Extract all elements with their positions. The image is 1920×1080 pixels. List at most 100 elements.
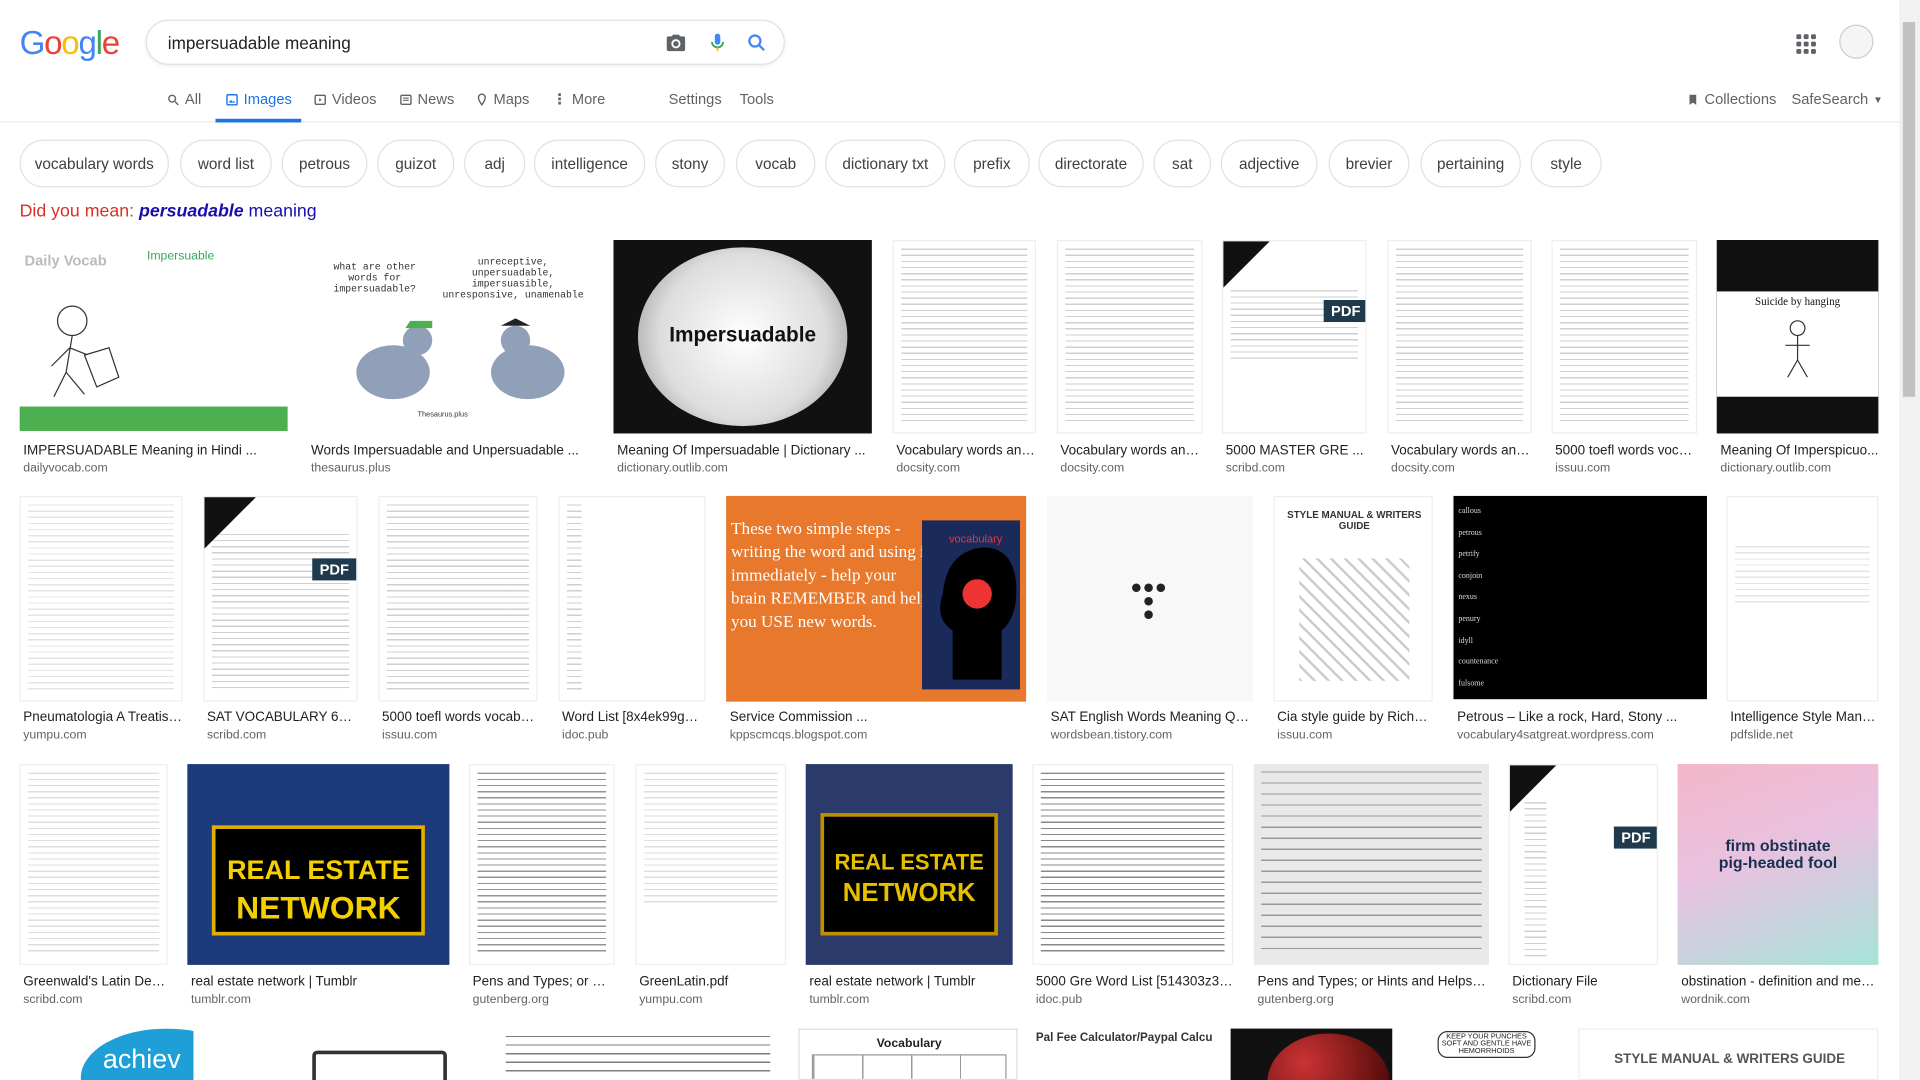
result-source[interactable]: wordsbean.tistory.com	[1051, 729, 1253, 742]
result-source[interactable]: dictionary.outlib.com	[617, 462, 870, 475]
result-caption[interactable]: Vocabulary words and...	[1060, 443, 1202, 458]
result-source[interactable]: kppscmcqs.blogspot.com	[730, 729, 1026, 742]
result-thumbnail[interactable]	[498, 1028, 778, 1080]
chip[interactable]: vocab	[735, 139, 816, 188]
result-caption[interactable]: Greenwald's Latin Deri...	[23, 975, 167, 990]
did-you-mean-link[interactable]: persuadable meaning	[139, 202, 317, 222]
result-caption[interactable]: Meaning Of Imperspicuo...	[1720, 443, 1878, 458]
result-caption[interactable]: 5000 Gre Word List [514303z39j4j]	[1036, 975, 1233, 990]
result-source[interactable]: wordnik.com	[1681, 993, 1878, 1006]
result-caption[interactable]: Pens and Types; or Hi...	[473, 975, 615, 990]
avatar[interactable]	[1839, 24, 1874, 59]
result-source[interactable]: dailyvocab.com	[23, 462, 286, 475]
result-source[interactable]: issuu.com	[1277, 729, 1433, 742]
result-caption[interactable]: Word List [8x4ek99g9g...	[562, 710, 705, 725]
result-thumbnail[interactable]	[558, 495, 706, 702]
result-thumbnail[interactable]: Daily Vocab Impersuable	[19, 240, 288, 432]
result-thumbnail[interactable]: PDF	[1508, 764, 1658, 965]
result-thumbnail[interactable]: callous petrous petrify conjoin nexus pe…	[1453, 495, 1707, 700]
chip[interactable]: petrous	[281, 139, 368, 188]
result-thumbnail[interactable]	[1726, 495, 1879, 702]
result-source[interactable]: scribd.com	[23, 993, 167, 1006]
result-caption[interactable]: 5000 toefl words voca...	[1555, 443, 1697, 458]
result-caption[interactable]: 5000 MASTER GRE ...	[1226, 443, 1367, 458]
result-thumbnail[interactable]	[19, 495, 183, 702]
tab-images[interactable]: Images	[225, 91, 292, 108]
result-thumbnail[interactable]	[1253, 764, 1489, 965]
chip[interactable]: vocabulary words	[19, 139, 169, 188]
result-source[interactable]: gutenberg.org	[473, 993, 615, 1006]
result-source[interactable]: tumblr.com	[191, 993, 449, 1006]
safesearch-button[interactable]: SafeSearch ▼	[1791, 91, 1882, 108]
result-caption[interactable]: SAT VOCABULARY 600...	[207, 710, 358, 725]
page-scrollbar[interactable]	[1899, 0, 1920, 1080]
result-caption[interactable]: Service Commission ...	[730, 710, 1026, 725]
result-thumbnail[interactable]: what are other words for impersuadable? …	[307, 240, 594, 432]
result-source[interactable]: issuu.com	[382, 729, 538, 742]
collections-button[interactable]: Collections	[1686, 91, 1776, 108]
result-caption[interactable]: IMPERSUADABLE Meaning in Hindi ...	[23, 443, 286, 458]
tab-maps[interactable]: Maps	[475, 91, 529, 108]
result-caption[interactable]: Words Impersuadable and Unpersuadable ..…	[311, 443, 593, 458]
chip[interactable]: adjective	[1220, 139, 1318, 188]
result-source[interactable]: yumpu.com	[23, 729, 182, 742]
tab-videos[interactable]: Videos	[313, 91, 377, 108]
search-icon[interactable]	[746, 32, 768, 54]
chip[interactable]: style	[1530, 139, 1602, 188]
result-source[interactable]: gutenberg.org	[1258, 993, 1489, 1006]
tab-all[interactable]: All	[167, 91, 201, 108]
result-thumbnail[interactable]	[1387, 240, 1532, 434]
result-caption[interactable]: obstination - definition and mean...	[1681, 975, 1878, 990]
result-thumbnail[interactable]	[19, 764, 168, 965]
chip[interactable]: prefix	[953, 139, 1030, 188]
result-caption[interactable]: Pneumatologia A Treatise...	[23, 710, 182, 725]
chip[interactable]: directorate	[1038, 139, 1144, 188]
scrollbar-thumb[interactable]	[1902, 22, 1916, 397]
result-source[interactable]: scribd.com	[1512, 993, 1658, 1006]
tab-tools[interactable]: Tools	[740, 91, 774, 108]
result-caption[interactable]: real estate network | Tumblr	[809, 975, 1012, 990]
result-source[interactable]: pdfslide.net	[1730, 729, 1878, 742]
result-thumbnail[interactable]	[378, 495, 538, 702]
result-source[interactable]: tumblr.com	[809, 993, 1012, 1006]
tab-settings[interactable]: Settings	[669, 91, 722, 108]
google-logo[interactable]: Google	[20, 24, 121, 62]
chip[interactable]: guizot	[377, 139, 455, 188]
result-thumbnail[interactable]: firm obstinate pig-headed fool	[1677, 764, 1879, 965]
result-thumbnail[interactable]: These two simple steps - writing the wor…	[726, 495, 1027, 702]
result-source[interactable]: vocabulary4satgreat.wordpress.com	[1457, 729, 1707, 742]
result-thumbnail[interactable]: REAL ESTATE NETWORK	[805, 764, 1013, 965]
result-source[interactable]: yumpu.com	[639, 993, 786, 1006]
result-caption[interactable]: Vocabulary words and...	[896, 443, 1036, 458]
result-source[interactable]: issuu.com	[1555, 462, 1697, 475]
result-thumbnail[interactable]: KEEP YOUR PUNCHES SOFT AND GENTLE HAVE H…	[1413, 1028, 1558, 1080]
result-caption[interactable]: real estate network | Tumblr	[191, 975, 449, 990]
apps-grid-icon[interactable]	[1796, 34, 1816, 54]
result-thumbnail[interactable]	[1046, 495, 1253, 702]
result-caption[interactable]: Vocabulary words and...	[1391, 443, 1532, 458]
microphone-icon[interactable]	[707, 32, 729, 54]
result-thumbnail[interactable]: Suicide by hanging	[1716, 240, 1879, 434]
result-caption[interactable]: Dictionary File	[1512, 975, 1658, 990]
result-thumbnail[interactable]	[468, 764, 615, 965]
result-thumbnail[interactable]	[1230, 1028, 1393, 1080]
result-source[interactable]: idoc.pub	[562, 729, 705, 742]
result-caption[interactable]: Cia style guide by Richar...	[1277, 710, 1433, 725]
search-input[interactable]: impersuadable meaning	[168, 33, 351, 53]
chip[interactable]: stony	[655, 139, 725, 188]
result-thumbnail[interactable]: PDF	[203, 495, 358, 702]
result-source[interactable]: thesaurus.plus	[311, 462, 593, 475]
result-source[interactable]: dictionary.outlib.com	[1720, 462, 1878, 475]
chip[interactable]: brevier	[1328, 139, 1410, 188]
tab-more[interactable]: ⋮ More	[552, 91, 605, 108]
result-thumbnail[interactable]: Pal Fee Calculator/Paypal Calculat	[1033, 1028, 1213, 1080]
result-source[interactable]: docsity.com	[1391, 462, 1532, 475]
search-box[interactable]: impersuadable meaning	[145, 19, 785, 65]
tab-news[interactable]: News	[399, 91, 454, 108]
result-thumbnail[interactable]: PDF	[1222, 240, 1367, 434]
result-thumbnail[interactable]	[1032, 764, 1234, 965]
result-caption[interactable]: Meaning Of Impersuadable | Dictionary ..…	[617, 443, 870, 458]
result-thumbnail[interactable]: STYLE MANUAL & WRITERS GUIDE	[1578, 1028, 1879, 1080]
chip[interactable]: sat	[1153, 139, 1212, 188]
result-thumbnail[interactable]: Impersuadable	[613, 240, 872, 434]
